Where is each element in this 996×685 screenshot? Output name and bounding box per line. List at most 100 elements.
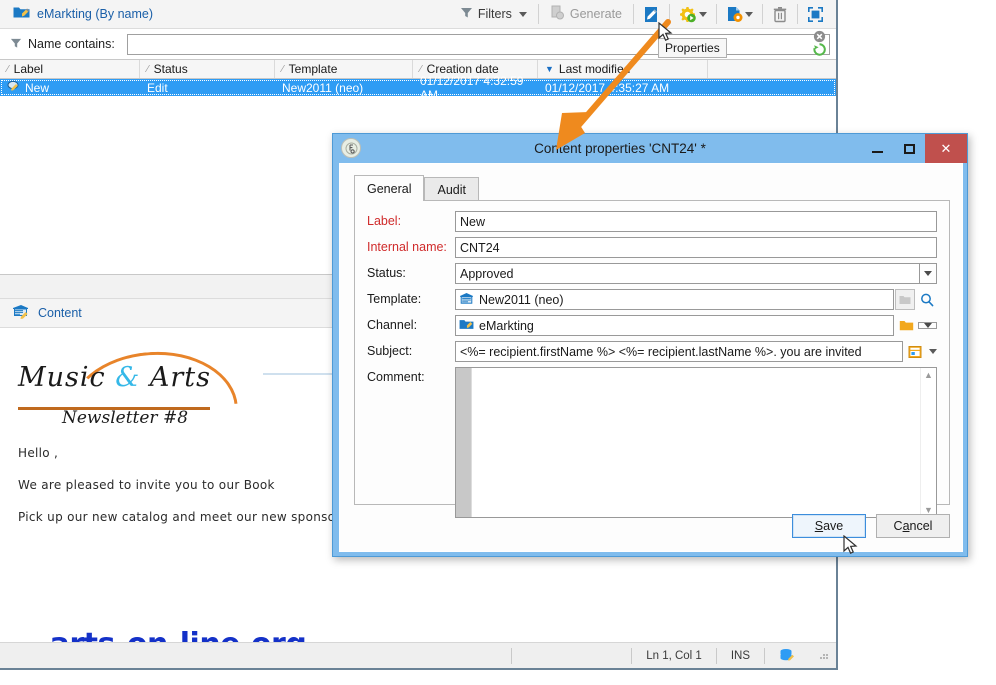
toolbar-divider [537,4,539,24]
template-search-button[interactable] [917,289,937,310]
chevron-down-icon-3 [745,11,753,17]
status-caption: Status: [367,266,406,280]
minimize-icon[interactable] [861,134,893,163]
dialog-body: General Audit Label: New Internal name: … [339,163,963,552]
grid-column-label-text: Label [13,62,44,76]
toolbar-actions: Filters Generate [452,0,836,28]
generate-button[interactable]: Generate [542,0,630,28]
status-bar: Ln 1, Col 1 INS [0,642,836,668]
filter-funnel-icon-2 [10,37,22,52]
content-edit-icon [12,304,30,323]
template-browse-button[interactable] [895,289,915,310]
clear-circle-icon[interactable] [813,30,829,43]
grid-column-template[interactable]: ⁄ Template [275,60,413,78]
toolbar-divider-5 [762,4,763,24]
row-cell-label-text: New [25,80,50,95]
resize-grip-icon[interactable] [818,649,832,663]
subject-input[interactable] [455,341,903,362]
status-input[interactable] [455,263,919,284]
tab-audit[interactable]: Audit [424,177,479,201]
field-row-internal-name: Internal name: [367,237,937,258]
dialog-title-bar[interactable]: Content properties 'CNT24' * ✕ [333,134,967,163]
channel-value-box[interactable]: eMarkting [455,315,894,336]
dialog-tabstrip: General Audit [354,175,950,201]
filters-button[interactable]: Filters [452,0,535,28]
comment-scrollbar[interactable]: ▲ ▼ [920,368,936,517]
database-key-icon[interactable] [764,647,810,664]
internal-name-input[interactable] [455,237,937,258]
grid-column-status-text: Status [153,62,188,76]
comment-control: ▲ ▼ [455,367,937,518]
sort-indicator-icon-3: ⁄ [282,63,284,75]
grid-column-status[interactable]: ⁄ Status [140,60,275,78]
add-file-icon[interactable] [720,0,759,28]
channel-folder-button[interactable] [896,315,916,336]
grid-column-last-modified[interactable]: ▼ Last modified [538,60,708,78]
field-row-channel: Channel: eMarkting [367,315,937,336]
chevron-down-icon-status [923,271,932,276]
scroll-up-icon[interactable]: ▲ [924,370,933,380]
channel-dropdown-button[interactable] [918,322,937,329]
logo-title-left: Music [18,362,116,393]
field-row-subject: Subject: [367,341,937,362]
tab-audit-label: Audit [437,182,466,197]
toolbar-divider-4 [716,4,717,24]
filter-funnel-icon [460,6,473,22]
folder-edit-icon [13,5,30,23]
filter-side-buttons [813,30,833,56]
toolbar-title-label: eMarkting (By name) [37,7,154,21]
template-control: New2011 (neo) [455,289,937,310]
delete-trash-icon[interactable] [766,0,794,28]
sort-indicator-icon: ⁄ [7,63,9,75]
logo-ampersand: & [115,362,141,393]
status-blank-cell [511,647,631,664]
logo-title-right: Arts [140,362,211,393]
chevron-down-icon-2 [699,11,707,17]
refresh-icon[interactable] [813,43,829,56]
row-cell-last-modified: 01/12/2017 4:35:27 AM [545,80,670,95]
cancel-button-label: Cancel [893,519,933,533]
toolbar-divider-3 [669,4,670,24]
maximize-icon[interactable] [893,134,925,163]
comment-textarea[interactable] [471,368,920,517]
channel-control: eMarkting [455,315,937,336]
channel-value-text: eMarkting [479,318,534,333]
filter-label-group: Name contains: [10,37,115,52]
properties-form: Label: Internal name: Stat [355,201,949,518]
tab-general[interactable]: General [354,175,425,201]
field-row-comment: Comment: ▲ ▼ [367,367,937,518]
status-dropdown-button[interactable] [918,263,937,284]
save-button-label: Save [814,519,844,533]
internal-name-caption: Internal name: [367,240,447,254]
label-field-control [455,211,937,232]
personalization-icon[interactable] [905,341,925,362]
folder-edit-icon-2 [459,318,474,334]
label-field-caption: Label: [367,214,402,228]
screen-root: eMarkting (By name) Filters Generate Nam… [0,0,996,685]
grid-column-label[interactable]: ⁄ Label [0,60,140,78]
channel-caption: Channel: [367,318,418,332]
filter-label-text: Name contains: [28,37,115,51]
template-caption: Template: [367,292,422,306]
gear-run-icon[interactable] [673,0,713,28]
toolbar-title-group: eMarkting (By name) [0,5,452,23]
grid-column-template-text: Template [288,62,338,76]
close-icon[interactable]: ✕ [925,134,967,163]
template-value-box[interactable]: New2011 (neo) [455,289,894,310]
fullscreen-icon[interactable] [801,0,836,28]
filters-label: Filters [477,7,512,21]
comment-editor[interactable]: ▲ ▼ [455,367,937,518]
logo-title: Music & Arts [18,362,211,393]
generate-icon [550,5,565,23]
grid-column-spacer [708,60,836,78]
cancel-button[interactable]: Cancel [876,514,950,538]
status-insert-mode: INS [715,647,764,664]
close-glyph: ✕ [940,140,952,156]
chevron-down-icon-subject[interactable] [929,349,937,354]
row-cell-spacer [708,79,836,96]
grid-column-last-modified-text: Last modified [558,62,631,76]
field-row-template: Template: New2011 (neo) [367,289,937,310]
field-row-status: Status: [367,263,937,284]
label-input[interactable] [455,211,937,232]
table-row[interactable]: New Edit New2011 (neo) 01/12/2017 4:32:5… [0,74,836,102]
